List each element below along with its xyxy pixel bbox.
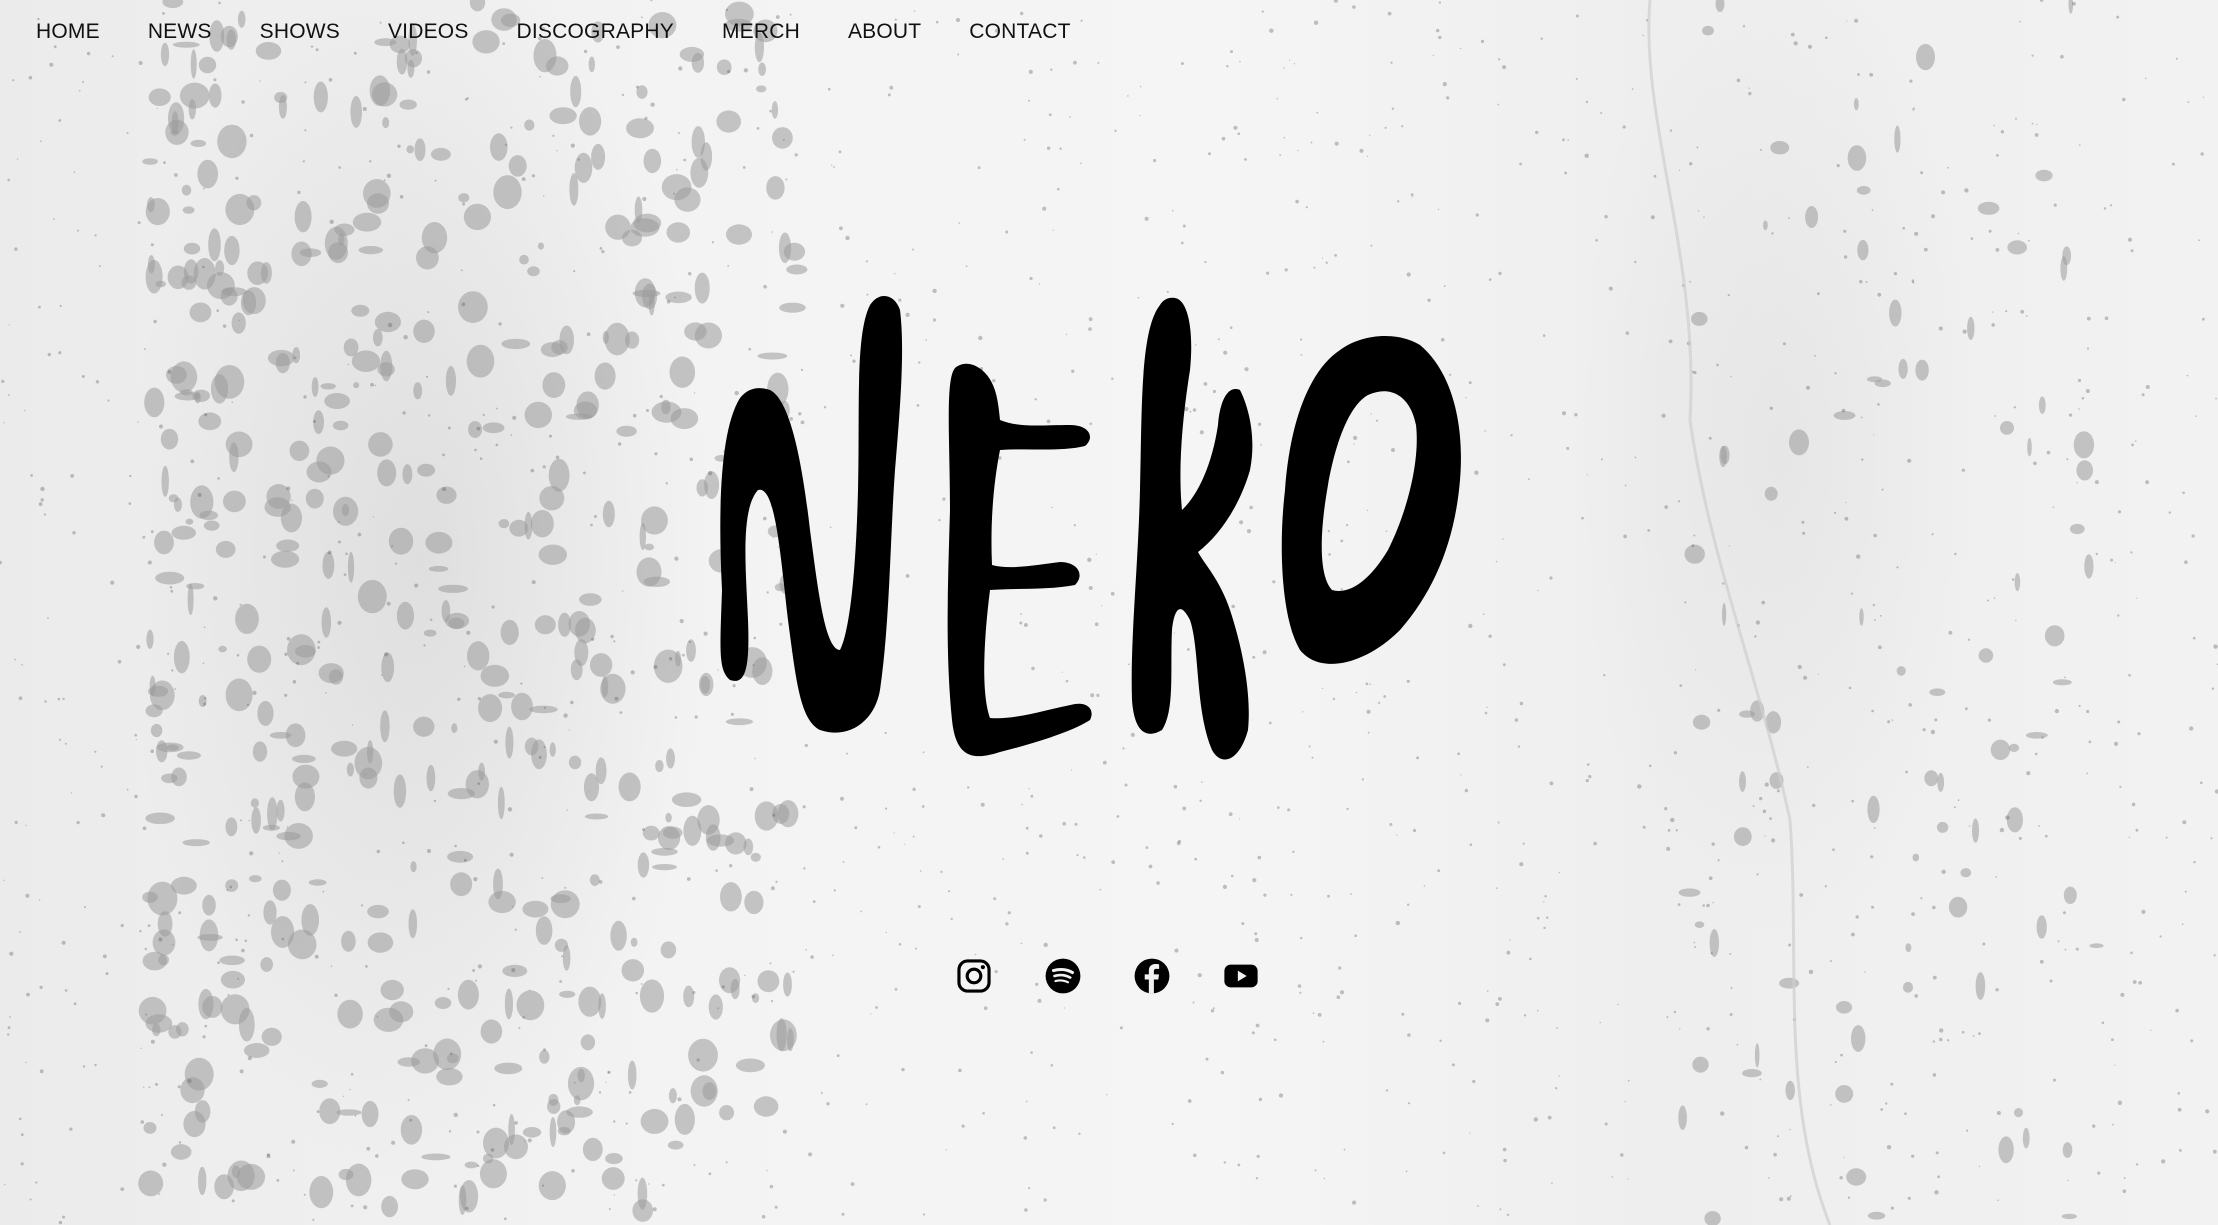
instagram-link[interactable]	[952, 954, 996, 998]
nav-news[interactable]: NEWS	[148, 20, 212, 44]
nav-contact[interactable]: CONTACT	[969, 20, 1070, 44]
facebook-icon	[1134, 958, 1170, 994]
nav-shows[interactable]: SHOWS	[260, 20, 340, 44]
spotify-icon	[1045, 958, 1081, 994]
nav-about[interactable]: ABOUT	[848, 20, 921, 44]
nav-home[interactable]: HOME	[36, 20, 100, 44]
social-links	[952, 954, 1308, 998]
logo-letter-k	[1131, 297, 1253, 760]
instagram-icon	[957, 959, 991, 993]
logo-letter-n	[720, 295, 903, 733]
facebook-link[interactable]	[1130, 954, 1174, 998]
main-navigation: HOME NEWS SHOWS VIDEOS DISCOGRAPHY MERCH…	[0, 0, 1119, 64]
youtube-link[interactable]	[1219, 954, 1263, 998]
spotify-link[interactable]	[1041, 954, 1085, 998]
youtube-icon	[1224, 964, 1258, 988]
band-logo	[720, 295, 1461, 760]
logo-letter-o	[1281, 335, 1461, 664]
nav-videos[interactable]: VIDEOS	[388, 20, 469, 44]
logo-letter-e	[947, 363, 1092, 757]
nav-merch[interactable]: MERCH	[722, 20, 800, 44]
nav-discography[interactable]: DISCOGRAPHY	[517, 20, 674, 44]
